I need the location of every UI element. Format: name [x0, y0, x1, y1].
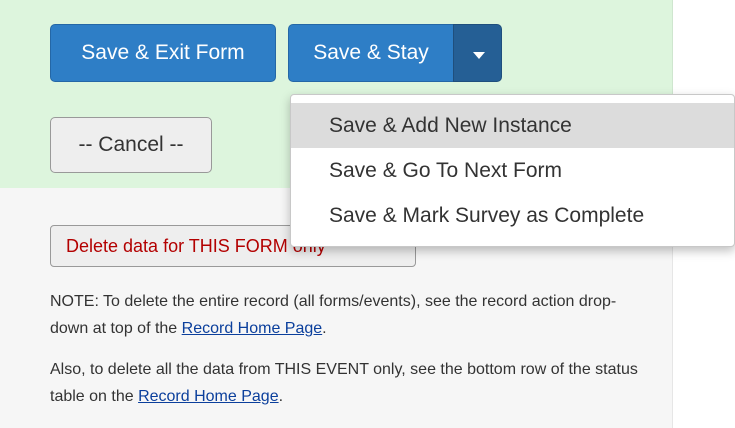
delete-event-note: Also, to delete all the data from THIS E…	[50, 356, 650, 410]
delete-record-note: NOTE: To delete the entire record (all f…	[50, 288, 650, 342]
save-exit-button[interactable]: Save & Exit Form	[50, 24, 276, 82]
cancel-button[interactable]: -- Cancel --	[50, 117, 212, 173]
record-home-link[interactable]: Record Home Page	[138, 388, 279, 405]
save-options-menu: Save & Add New Instance Save & Go To Nex…	[290, 94, 735, 247]
save-stay-button[interactable]: Save & Stay	[288, 24, 454, 82]
record-home-link[interactable]: Record Home Page	[182, 320, 323, 337]
menu-item-mark-complete[interactable]: Save & Mark Survey as Complete	[291, 193, 734, 238]
save-options-toggle[interactable]	[453, 24, 502, 82]
note1-end: .	[322, 320, 327, 337]
menu-item-next-form[interactable]: Save & Go To Next Form	[291, 148, 734, 193]
caret-down-icon	[473, 52, 485, 59]
note1-text: NOTE: To delete the entire record (all f…	[50, 293, 617, 337]
note2-end: .	[278, 388, 284, 405]
menu-item-add-new-instance[interactable]: Save & Add New Instance	[291, 103, 734, 148]
